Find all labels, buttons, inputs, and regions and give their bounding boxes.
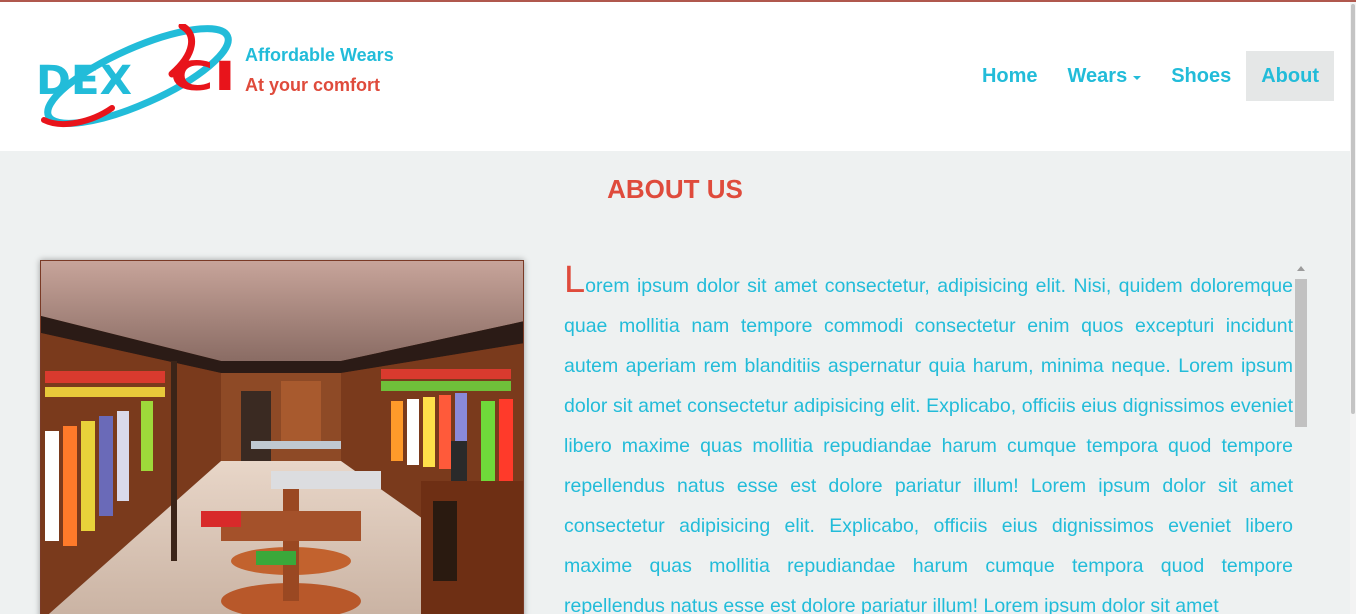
page-scrollbar-thumb[interactable] (1351, 4, 1355, 414)
about-text-box[interactable]: Lorem ipsum dolor sit amet consectetur, … (564, 262, 1293, 614)
page-title: ABOUT US (607, 174, 743, 204)
text-box-scrollbar-thumb[interactable] (1295, 279, 1307, 427)
nav-wears-label: Wears (1067, 64, 1128, 87)
svg-text:CI: CI (170, 54, 236, 100)
svg-text:DEX: DEX (36, 58, 132, 104)
text-box-scrollbar[interactable] (1294, 262, 1308, 614)
brand-tagline: Affordable Wears At your comfort (245, 40, 394, 100)
nav-about[interactable]: About (1246, 51, 1334, 101)
nav-home-label: Home (981, 64, 1038, 87)
nav-shoes[interactable]: Shoes (1156, 51, 1246, 101)
dropcap-letter: L (564, 262, 586, 301)
site-header: DEX CI Affordable Wears At your comfort … (0, 2, 1350, 151)
tagline-secondary: At your comfort (245, 75, 380, 95)
store-interior-image (40, 260, 524, 614)
main-nav: Home Wears Shoes About (967, 51, 1334, 101)
nav-about-label: About (1261, 64, 1319, 87)
nav-shoes-label: Shoes (1171, 64, 1232, 87)
page-scrollbar[interactable] (1350, 2, 1356, 614)
nav-home[interactable]: Home (967, 51, 1053, 101)
about-paragraph: Lorem ipsum dolor sit amet consectetur, … (564, 262, 1293, 614)
tagline-primary: Affordable Wears (245, 45, 394, 65)
caret-down-icon (1133, 76, 1142, 80)
scroll-up-arrow-icon[interactable] (1297, 266, 1305, 271)
nav-wears-dropdown[interactable]: Wears (1053, 51, 1157, 101)
about-paragraph-text: orem ipsum dolor sit amet consectetur, a… (564, 275, 1293, 614)
dexci-logo[interactable]: DEX CI (32, 22, 242, 130)
